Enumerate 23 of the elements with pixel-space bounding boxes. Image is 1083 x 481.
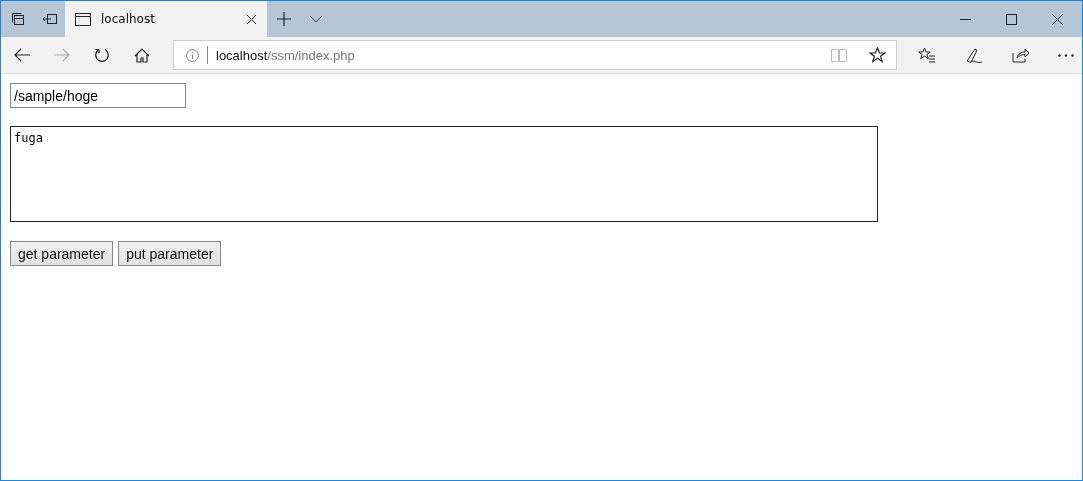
share-icon[interactable] [1012, 47, 1029, 63]
close-icon[interactable] [246, 13, 257, 25]
more-icon[interactable] [1058, 53, 1074, 57]
close-icon[interactable] [1052, 13, 1063, 25]
tabs-icon[interactable] [11, 12, 25, 26]
put-parameter-button[interactable]: put parameter [118, 241, 222, 266]
pen-icon[interactable] [965, 46, 983, 64]
path-field[interactable]: /sample/hoge [10, 83, 186, 108]
address-field[interactable]: localhost/ssm/index.php [173, 40, 897, 70]
set-aside-tabs-icon[interactable] [42, 13, 58, 25]
info-icon [186, 48, 199, 62]
get-parameter-button[interactable]: get parameter [10, 241, 114, 266]
new-tab-icon[interactable] [277, 12, 291, 26]
refresh-icon[interactable] [94, 47, 110, 63]
favorites-list-icon[interactable] [918, 47, 936, 63]
page-icon [75, 12, 91, 26]
chevron-down-icon[interactable] [309, 15, 323, 23]
home-icon[interactable] [134, 47, 150, 63]
maximize-icon[interactable] [1006, 13, 1017, 25]
back-arrow-icon[interactable] [14, 48, 30, 62]
star-icon[interactable] [869, 47, 886, 63]
text-area[interactable]: fuga [10, 126, 878, 222]
browser-tab[interactable]: localhost [65, 1, 267, 37]
